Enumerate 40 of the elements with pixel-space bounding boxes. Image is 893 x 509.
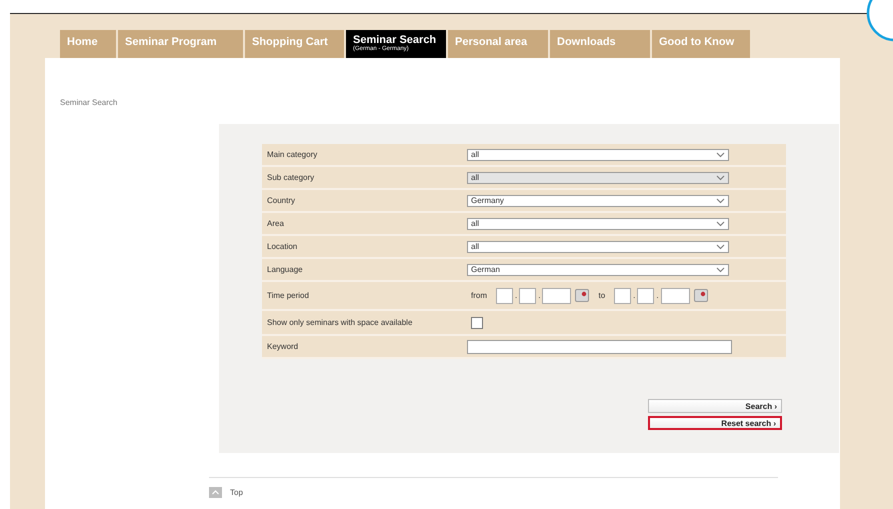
- caret-icon: [716, 266, 725, 272]
- year-field[interactable]: [542, 288, 572, 304]
- date-separator: .: [656, 291, 659, 300]
- day-field[interactable]: [614, 288, 632, 304]
- month-field[interactable]: [637, 288, 654, 304]
- form-button[interactable]: Search ›: [648, 399, 782, 413]
- field-label: Main category: [266, 150, 318, 159]
- calendar-icon[interactable]: [694, 289, 708, 302]
- field-label: Keyword: [266, 342, 300, 351]
- field-label: Sub category: [266, 173, 316, 182]
- field-label: Country: [266, 196, 296, 205]
- day-field[interactable]: [496, 288, 513, 304]
- dropdown-field[interactable]: German: [467, 264, 729, 276]
- field-label: Show only seminars with space available: [266, 318, 414, 327]
- caret-icon: [716, 244, 725, 250]
- caret-icon: [716, 152, 725, 158]
- field-label: Area: [266, 219, 285, 228]
- caret-icon: [716, 220, 725, 226]
- date-separator: .: [538, 291, 540, 300]
- dropdown-field[interactable]: Germany: [467, 194, 729, 206]
- field-label: Location: [266, 242, 298, 251]
- month-field[interactable]: [519, 288, 536, 304]
- dropdown-field[interactable]: all: [467, 148, 729, 160]
- caret-icon: [716, 198, 725, 204]
- date-separator: .: [515, 291, 518, 300]
- year-field[interactable]: [660, 288, 690, 304]
- caret-icon: [716, 174, 725, 180]
- keyword-field[interactable]: [467, 340, 732, 354]
- calendar-icon[interactable]: [575, 289, 590, 302]
- dropdown-field[interactable]: all: [467, 240, 729, 252]
- dropdown-field[interactable]: all: [467, 218, 729, 230]
- date-separator: .: [633, 291, 636, 300]
- form-button[interactable]: Reset search ›: [648, 416, 782, 430]
- to-label: to: [598, 291, 606, 300]
- checkbox[interactable]: [471, 316, 483, 328]
- field-label: Time period: [266, 291, 310, 300]
- field-label: Language: [266, 265, 304, 274]
- top-link[interactable]: Top: [230, 488, 243, 497]
- breadcrumb: Seminar Search: [60, 98, 118, 107]
- from-label: from: [471, 291, 487, 300]
